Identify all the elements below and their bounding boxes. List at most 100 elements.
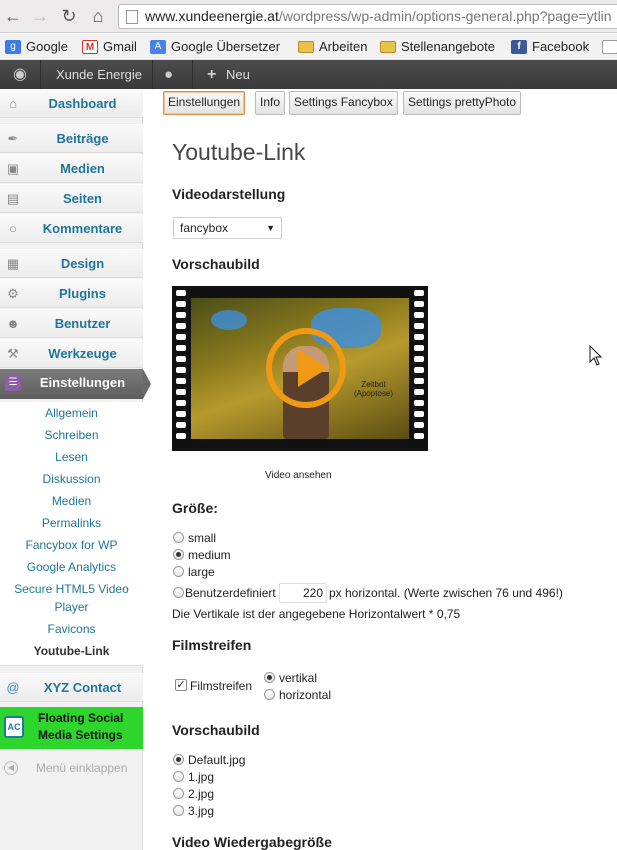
- menu-label: Einstellungen: [39, 375, 126, 390]
- appearance-icon: ▦: [6, 256, 20, 271]
- menu-comments[interactable]: ○ Kommentare: [0, 214, 143, 243]
- submenu-youtube-link[interactable]: Youtube-Link: [0, 642, 143, 660]
- bookmark-label: Google Übersetzer: [171, 39, 281, 54]
- menu-tools[interactable]: ⚒ Werkzeuge: [0, 339, 143, 368]
- bookmark-label: Facebook: [532, 39, 590, 54]
- bookmark-folder-stellenangebote[interactable]: Stellenangebote: [380, 34, 495, 59]
- size-small-radio[interactable]: [173, 532, 184, 543]
- bookmark-translate[interactable]: A Google Übersetzer: [150, 34, 280, 59]
- section-thumbnail-image: Vorschaubild: [172, 722, 260, 738]
- forward-arrow-icon[interactable]: →: [29, 6, 51, 26]
- vertical-radio[interactable]: [264, 672, 275, 683]
- comment-icon: ○: [9, 221, 17, 236]
- tab-settings-fancybox[interactable]: Settings Fancybox: [289, 91, 398, 115]
- wordpress-logo-icon[interactable]: ◉: [10, 60, 30, 89]
- bookmark-page[interactable]: [602, 34, 617, 59]
- site-name-link[interactable]: Xunde Energie: [56, 60, 142, 89]
- google-icon: g: [5, 39, 21, 54]
- menu-posts[interactable]: ✒ Beiträge: [0, 124, 143, 153]
- gmail-icon: M: [82, 39, 98, 54]
- horizontal-radio[interactable]: [264, 689, 275, 700]
- reload-icon[interactable]: ↻: [58, 6, 80, 26]
- menu-xyz-contact[interactable]: @ XYZ Contact: [0, 673, 143, 702]
- menu-label: Medien: [60, 161, 105, 176]
- submenu-discussion[interactable]: Diskussion: [0, 470, 143, 488]
- new-content-link[interactable]: Neu: [226, 60, 250, 89]
- play-icon[interactable]: [266, 328, 346, 408]
- size-large-radio[interactable]: [173, 566, 184, 577]
- bookmark-gmail[interactable]: M Gmail: [82, 34, 137, 59]
- image-3-radio[interactable]: [173, 805, 184, 816]
- menu-plugins[interactable]: ⚙ Plugins: [0, 279, 143, 308]
- bookmark-label: Stellenangebote: [401, 39, 495, 54]
- tab-einstellungen[interactable]: Einstellungen: [163, 91, 246, 115]
- menu-users[interactable]: ☻ Benutzer: [0, 309, 143, 338]
- submenu-google-analytics[interactable]: Google Analytics: [0, 558, 143, 576]
- menu-label: Plugins: [59, 286, 106, 301]
- vertical-label: vertikal: [279, 671, 318, 685]
- custom-size-input[interactable]: 220: [279, 583, 327, 603]
- settings-icon: ☰: [5, 375, 21, 391]
- menu-pages[interactable]: ▤ Seiten: [0, 184, 143, 213]
- translate-icon: A: [150, 39, 166, 54]
- menu-label: Dashboard: [48, 96, 117, 111]
- video-thumbnail[interactable]: Zeitbot (Apoptose): [172, 286, 428, 451]
- film-perforation-left: [175, 290, 187, 447]
- facebook-icon: f: [511, 39, 527, 54]
- film-strip-checkbox[interactable]: ✓: [175, 679, 187, 691]
- film-perforation-right: [413, 290, 425, 447]
- bookmark-label: Gmail: [103, 39, 137, 54]
- menu-settings[interactable]: ☰ Einstellungen: [0, 369, 151, 399]
- menu-label: Floating Social Media Settings: [38, 711, 124, 742]
- size-medium-radio[interactable]: [173, 549, 184, 560]
- submenu-fancybox[interactable]: Fancybox for WP: [0, 536, 143, 554]
- menu-label: Kommentare: [42, 221, 123, 236]
- section-film-strip: Filmstreifen: [172, 637, 252, 653]
- menu-floating-social[interactable]: AC Floating Social Media Settings: [0, 707, 143, 749]
- size-custom-label: Benutzerdefiniert: [185, 586, 276, 600]
- menu-label: XYZ Contact: [43, 680, 122, 695]
- bookmark-google[interactable]: g Google: [5, 34, 68, 59]
- bookmark-folder-arbeiten[interactable]: Arbeiten: [298, 34, 367, 59]
- dashboard-icon: ⌂: [9, 96, 17, 111]
- address-bar[interactable]: www.xundeenergie.at/wordpress/wp-admin/o…: [118, 4, 617, 29]
- contact-icon: @: [6, 680, 20, 695]
- pages-icon: ▤: [6, 191, 20, 206]
- home-icon[interactable]: ⌂: [87, 6, 109, 26]
- back-arrow-icon[interactable]: ←: [2, 6, 24, 26]
- submenu-general[interactable]: Allgemein: [0, 404, 143, 422]
- menu-dashboard[interactable]: ⌂ Dashboard: [0, 89, 143, 118]
- tab-settings-prettyphoto[interactable]: Settings prettyPhoto: [403, 91, 522, 115]
- collapse-menu[interactable]: ◀ Menü einklappen: [0, 758, 143, 778]
- image-2-radio[interactable]: [173, 788, 184, 799]
- film-strip-label: Filmstreifen: [190, 679, 253, 693]
- menu-media[interactable]: ▣ Medien: [0, 154, 143, 183]
- video-display-select[interactable]: fancybox ▼: [173, 217, 282, 239]
- bookmark-facebook[interactable]: f Facebook: [511, 34, 589, 59]
- image-1-radio[interactable]: [173, 771, 184, 782]
- image-default-label: Default.jpg: [188, 753, 246, 767]
- submenu-html5-video[interactable]: Secure HTML5 Video Player: [0, 580, 143, 616]
- submenu-media[interactable]: Medien: [0, 492, 143, 510]
- main-content: Einstellungen Info Settings Fancybox Set…: [144, 89, 617, 850]
- bookmark-label: Arbeiten: [319, 39, 368, 54]
- size-small-label: small: [188, 531, 217, 545]
- plugin-icon: ⚙: [7, 286, 19, 301]
- image-default-radio[interactable]: [173, 754, 184, 765]
- section-thumbnail: Vorschaubild: [172, 256, 260, 272]
- size-custom-radio[interactable]: [173, 587, 184, 598]
- menu-label: Werkzeuge: [48, 346, 117, 361]
- comments-bubble-icon[interactable]: ●: [164, 60, 173, 89]
- submenu-permalinks[interactable]: Permalinks: [0, 514, 143, 532]
- menu-appearance[interactable]: ▦ Design: [0, 249, 143, 278]
- submenu-favicons[interactable]: Favicons: [0, 620, 143, 638]
- url-host: www.xundeenergie.at: [145, 8, 279, 24]
- tab-info[interactable]: Info: [255, 91, 286, 115]
- settings-submenu: Allgemein Schreiben Lesen Diskussion Med…: [0, 402, 143, 666]
- horizontal-label: horizontal: [279, 688, 332, 702]
- submenu-reading[interactable]: Lesen: [0, 448, 143, 466]
- image-2-label: 2.jpg: [188, 787, 215, 801]
- submenu-writing[interactable]: Schreiben: [0, 426, 143, 444]
- section-video-display: Videodarstellung: [172, 186, 286, 202]
- page-icon: [602, 39, 617, 54]
